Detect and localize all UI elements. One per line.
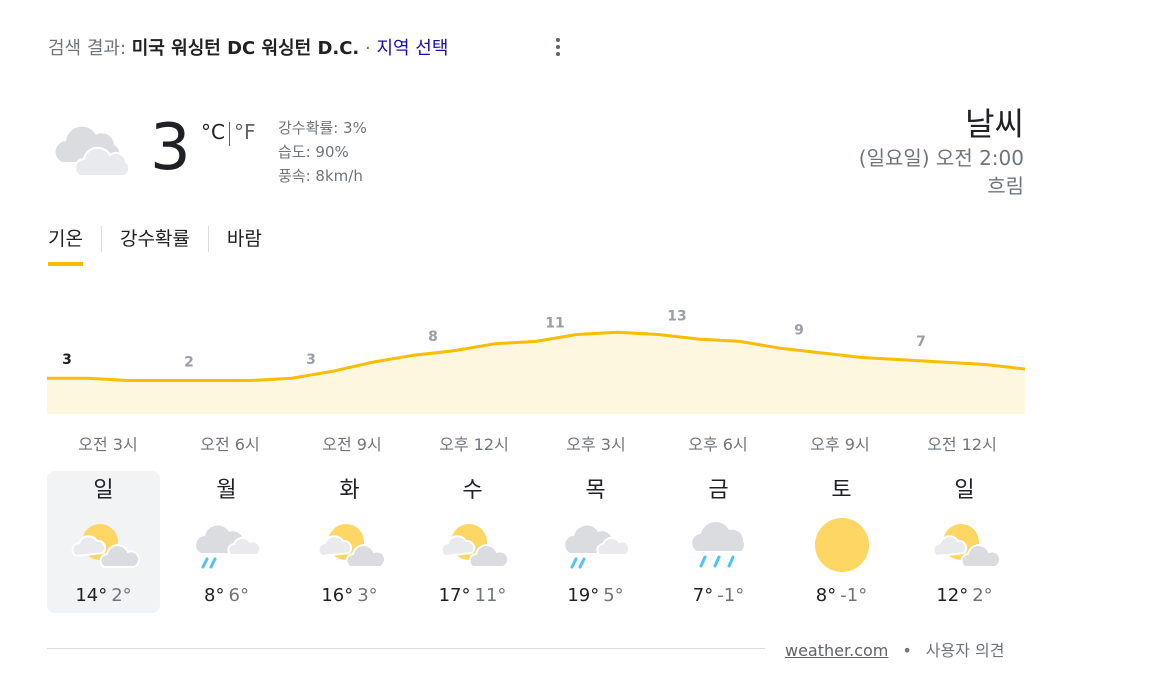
day-name: 수 bbox=[462, 478, 483, 503]
partly-cloudy-icon bbox=[416, 515, 529, 575]
rain-cloud-icon bbox=[539, 515, 652, 575]
hour-label: 오후 6시 bbox=[688, 435, 748, 454]
current-condition: 흐림 bbox=[987, 174, 1024, 198]
temperature-label: 11 bbox=[545, 315, 564, 331]
temperature-range: 16° 3° bbox=[293, 585, 406, 606]
high-temp: 17° bbox=[438, 585, 471, 606]
hour-label: 오전 3시 bbox=[78, 435, 138, 454]
forecast-day-card[interactable]: 수 17° 11° bbox=[416, 471, 529, 613]
temperature-label: 9 bbox=[794, 322, 804, 338]
low-temp: -1° bbox=[840, 585, 868, 606]
forecast-day-card[interactable]: 목 19° 5° bbox=[539, 471, 652, 613]
temperature-area bbox=[47, 332, 1025, 414]
day-name: 목 bbox=[585, 478, 606, 503]
fahrenheit-toggle[interactable]: °F bbox=[234, 120, 256, 144]
search-location-header: 검색 결과: 미국 워싱턴 DC 워싱턴 D.C. · 지역 선택 bbox=[48, 34, 448, 60]
weather-title: 날씨 bbox=[965, 105, 1024, 143]
temperature-chart: 3 2 3 8 11 13 9 7 bbox=[47, 309, 1025, 414]
cloudy-icon bbox=[48, 118, 136, 184]
temperature-label: 13 bbox=[667, 309, 686, 325]
temperature-range: 19° 5° bbox=[539, 585, 652, 606]
high-temp: 19° bbox=[567, 585, 600, 606]
weather-source-link[interactable]: weather.com bbox=[785, 641, 888, 660]
temperature-range: 12° 2° bbox=[908, 585, 1021, 606]
celsius-toggle[interactable]: °C bbox=[201, 120, 225, 144]
current-temperature: 3 bbox=[150, 111, 191, 185]
sunny-icon bbox=[785, 515, 898, 575]
hour-label: 오후 12시 bbox=[439, 435, 509, 454]
hour-labels: 오전 3시 오전 6시 오전 9시 오후 12시 오후 3시 오후 6시 오후 … bbox=[47, 431, 1023, 455]
humidity: 습도: 90% bbox=[278, 143, 349, 161]
divider bbox=[47, 648, 765, 649]
tab-wind[interactable]: 바람 bbox=[227, 224, 262, 266]
forecast-day-card[interactable]: 토 8° -1° bbox=[785, 471, 898, 613]
weather-details: 강수확률: 3% 습도: 90% 풍속: 8km/h bbox=[278, 116, 367, 188]
chart-tabs: 기온 강수확률 바람 bbox=[48, 224, 262, 266]
day-name: 금 bbox=[708, 478, 729, 503]
footer: weather.com • 사용자 의견 bbox=[785, 637, 1004, 661]
high-temp: 14° bbox=[75, 585, 108, 606]
high-temp: 8° bbox=[815, 585, 837, 606]
forecast-day-card[interactable]: 금 7° -1° bbox=[662, 471, 775, 613]
forecast-day-card[interactable]: 일 14° 2° bbox=[47, 471, 160, 613]
day-name: 토 bbox=[831, 478, 852, 503]
current-datetime: (일요일) 오전 2:00 bbox=[858, 146, 1024, 170]
footer-dot: • bbox=[902, 641, 912, 660]
feedback-link[interactable]: 사용자 의견 bbox=[926, 641, 1005, 660]
hour-label: 오전 12시 bbox=[927, 435, 997, 454]
hour-label: 오후 3시 bbox=[566, 435, 626, 454]
temperature-label: 2 bbox=[184, 355, 194, 371]
temperature-range: 17° 11° bbox=[416, 585, 529, 606]
weather-summary: 날씨 (일요일) 오전 2:00 흐림 bbox=[859, 104, 1024, 200]
temperature-label: 7 bbox=[916, 334, 926, 350]
rain-cloud-icon bbox=[170, 515, 283, 575]
location-name: 미국 워싱턴 DC 워싱턴 D.C. bbox=[131, 38, 360, 59]
hour-label: 오전 9시 bbox=[322, 435, 382, 454]
low-temp: 2° bbox=[972, 585, 993, 606]
temperature-label: 3 bbox=[62, 352, 72, 368]
partly-cloudy-icon bbox=[908, 515, 1021, 575]
choose-region-link[interactable]: 지역 선택 bbox=[376, 38, 448, 59]
low-temp: -1° bbox=[717, 585, 745, 606]
temperature-range: 8° 6° bbox=[170, 585, 283, 606]
day-name: 일 bbox=[954, 478, 975, 503]
forecast-day-card[interactable]: 일 12° 2° bbox=[908, 471, 1021, 613]
wind-speed: 풍속: 8km/h bbox=[278, 167, 363, 185]
high-temp: 7° bbox=[692, 585, 714, 606]
header-separator: · bbox=[359, 38, 377, 59]
showers-icon bbox=[662, 515, 775, 575]
temperature-range: 8° -1° bbox=[785, 585, 898, 606]
temperature-label: 8 bbox=[428, 329, 438, 345]
temperature-label: 3 bbox=[306, 352, 316, 368]
forecast-day-card[interactable]: 월 8° 6° bbox=[170, 471, 283, 613]
high-temp: 12° bbox=[936, 585, 969, 606]
forecast-day-card[interactable]: 화 16° 3° bbox=[293, 471, 406, 613]
high-temp: 16° bbox=[321, 585, 354, 606]
temperature-range: 7° -1° bbox=[662, 585, 775, 606]
low-temp: 5° bbox=[603, 585, 624, 606]
hour-label: 오후 9시 bbox=[810, 435, 870, 454]
low-temp: 3° bbox=[357, 585, 378, 606]
unit-toggle: °C °F bbox=[201, 120, 255, 146]
tab-temperature[interactable]: 기온 bbox=[48, 224, 83, 266]
low-temp: 11° bbox=[474, 585, 507, 606]
daily-forecast: 일 14° 2° 월 8° 6° 화 16° 3° 수 17° 11° 목 19° 5° 금 7° -1° 토 8° -… bbox=[47, 471, 1031, 613]
low-temp: 6° bbox=[228, 585, 249, 606]
partly-cloudy-icon bbox=[47, 515, 160, 575]
temperature-range: 14° 2° bbox=[47, 585, 160, 606]
day-name: 월 bbox=[216, 478, 237, 503]
high-temp: 8° bbox=[204, 585, 225, 606]
low-temp: 2° bbox=[111, 585, 132, 606]
day-name: 일 bbox=[93, 478, 114, 503]
partly-cloudy-icon bbox=[293, 515, 406, 575]
precipitation-chance: 강수확률: 3% bbox=[278, 119, 367, 137]
day-name: 화 bbox=[339, 478, 360, 503]
header-prefix: 검색 결과: bbox=[48, 38, 132, 59]
tab-precipitation[interactable]: 강수확률 bbox=[120, 224, 190, 266]
more-options-icon[interactable] bbox=[550, 36, 566, 58]
hour-label: 오전 6시 bbox=[200, 435, 260, 454]
